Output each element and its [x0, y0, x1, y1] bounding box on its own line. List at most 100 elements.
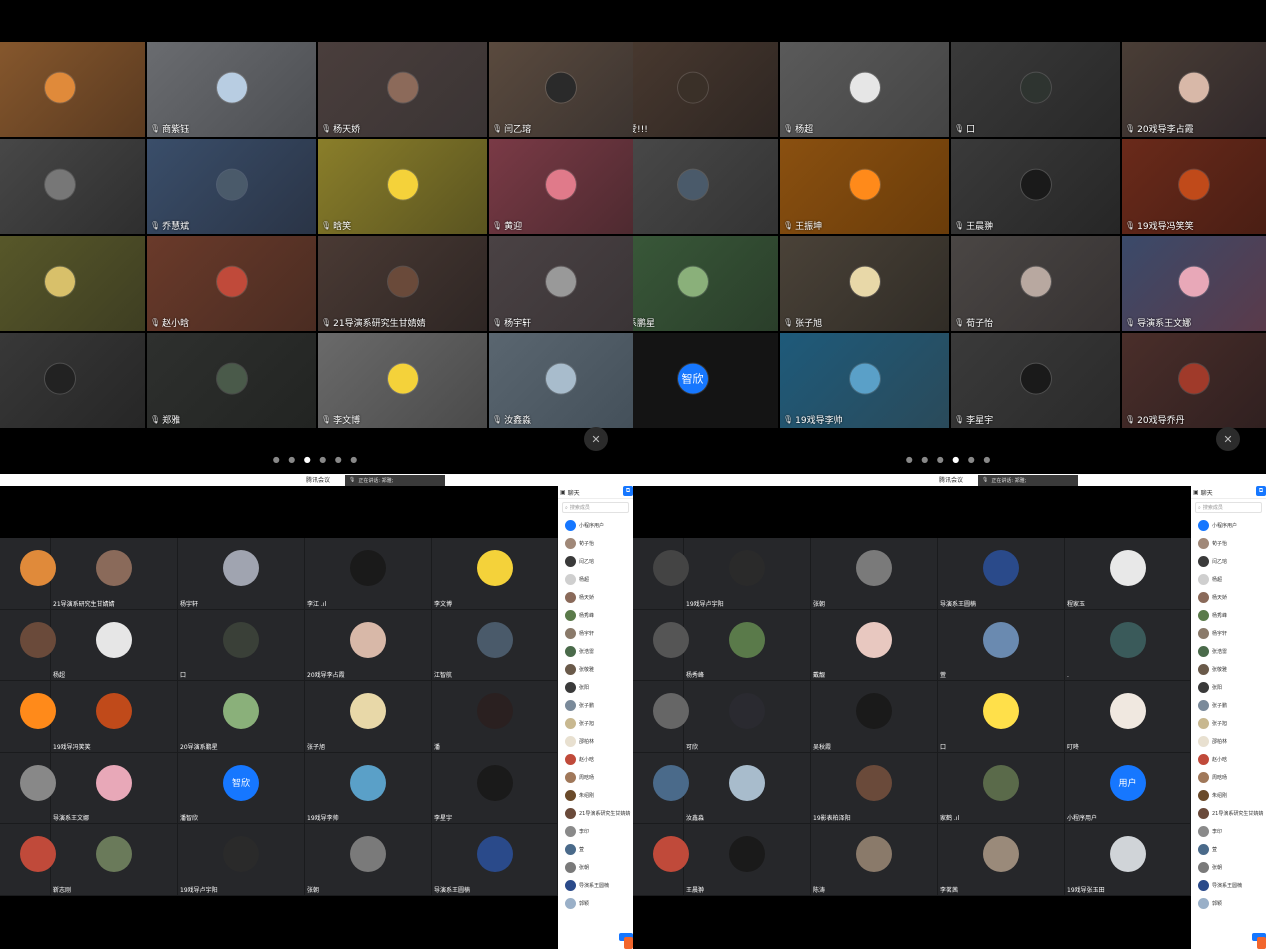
popout-icon[interactable]: ⧉ [1256, 486, 1266, 496]
participant-cell[interactable] [633, 538, 689, 610]
video-tile[interactable]: 🎙 李文博 [318, 333, 487, 428]
member-list-item[interactable]: 郭颖 [558, 894, 633, 912]
member-list-item[interactable]: 萱 [558, 840, 633, 858]
video-tile[interactable]: 🎙 20戏导李占霞 [1122, 42, 1266, 137]
member-list-item[interactable]: 21导演系研究生甘婧婧 [558, 804, 633, 822]
video-tile[interactable]: 🎙 晗笑 [318, 139, 487, 234]
participant-cell[interactable]: 杨秀峰 [684, 609, 811, 682]
member-list-item[interactable]: 张子旭 [1191, 714, 1266, 732]
participant-cell[interactable] [0, 681, 56, 753]
participant-cell[interactable]: 20导演系鹏星 [178, 681, 305, 753]
participant-cell[interactable]: 导演系王文娜 [51, 752, 178, 825]
video-tile[interactable]: 🎙 19戏导李帅 [780, 333, 949, 428]
video-tile[interactable]: 🎙 商紫钰 [147, 42, 316, 137]
member-list-item[interactable]: 杨超 [558, 570, 633, 588]
participant-cell[interactable] [633, 752, 689, 825]
member-list-item[interactable]: 朱绍刚 [1191, 786, 1266, 804]
member-list-item[interactable]: 杨超 [1191, 570, 1266, 588]
participant-cell[interactable]: 20戏导李占霞 [305, 609, 432, 682]
participant-cell[interactable]: 口 [938, 681, 1065, 753]
video-tile[interactable]: 智航 [633, 139, 778, 234]
member-list-item[interactable]: 张子鹏 [1191, 696, 1266, 714]
member-list-item[interactable]: 张朝 [1191, 858, 1266, 876]
participant-cell[interactable]: 导演系王圆楠 [432, 824, 558, 896]
participant-cell[interactable]: 吴秋霞 [811, 681, 938, 753]
member-list-item[interactable]: 张阳 [1191, 678, 1266, 696]
member-list-item[interactable]: 闫乙瑢 [1191, 552, 1266, 570]
member-list-item[interactable]: 杨宇轩 [558, 624, 633, 642]
participant-cell[interactable]: 陈涛 [811, 824, 938, 896]
participant-cell[interactable]: 叮咚 [1065, 681, 1191, 753]
member-list-item[interactable]: 张浩雷 [1191, 642, 1266, 660]
member-search-input[interactable]: ⌕ 搜索成员 [562, 502, 629, 513]
participant-cell[interactable] [633, 824, 689, 896]
member-list-item[interactable]: 周晗旸 [1191, 768, 1266, 786]
member-list-item[interactable]: 小程序用户 [1191, 516, 1266, 534]
video-tile[interactable]: 智欣智欣 [633, 333, 778, 428]
member-list-item[interactable]: 张子鹏 [558, 696, 633, 714]
member-list-item[interactable]: 萱 [1191, 840, 1266, 858]
mute-icon[interactable]: ✕ [1216, 427, 1240, 451]
participant-cell[interactable]: 汝鑫淼 [684, 752, 811, 825]
participant-cell[interactable]: 19戏导张玉田 [1065, 824, 1191, 896]
participant-cell[interactable]: 张朝 [305, 824, 432, 896]
participant-cell[interactable]: . [1065, 609, 1191, 682]
participant-cell[interactable]: 19戏导冯笑笑 [51, 681, 178, 753]
video-tile[interactable]: 旧 [0, 139, 145, 234]
page-indicator[interactable]: ● ● ● ● ● ● [633, 455, 1266, 464]
member-list-item[interactable]: 张朝 [558, 858, 633, 876]
video-tile[interactable]: 🎙 21导演系研究生甘婧婧 [318, 236, 487, 331]
popout-icon[interactable]: ⧉ [623, 486, 633, 496]
video-tile[interactable]: 🎙 19戏导冯笑笑 [1122, 139, 1266, 234]
participant-cell[interactable]: 可欣 [684, 681, 811, 753]
member-list-item[interactable]: 闫乙瑢 [558, 552, 633, 570]
participant-cell[interactable]: 张朝 [811, 538, 938, 610]
member-list-item[interactable]: 郭颖 [1191, 894, 1266, 912]
member-list-item[interactable]: 杨宇轩 [1191, 624, 1266, 642]
video-tile[interactable]: 🎙 荀子怡 [951, 236, 1120, 331]
participant-cell[interactable]: 李星宇 [432, 752, 558, 825]
member-list-item[interactable]: 杨天娇 [558, 588, 633, 606]
video-tile[interactable]: 🎙 杨天娇 [318, 42, 487, 137]
member-list-item[interactable]: 杨天娇 [1191, 588, 1266, 606]
participant-cell[interactable]: 戴靓 [811, 609, 938, 682]
member-list-item[interactable]: 荀子怡 [558, 534, 633, 552]
member-list-item[interactable]: 张阳 [558, 678, 633, 696]
page-indicator[interactable]: ● ● ● ● ● ● [0, 455, 633, 464]
participant-cell[interactable]: 潘 [432, 681, 558, 753]
participant-cell[interactable]: 江智航 [432, 609, 558, 682]
participant-cell[interactable]: 萱 [938, 609, 1065, 682]
participant-cell[interactable] [0, 824, 56, 896]
video-tile[interactable]: 🎙 王晨翀 [951, 139, 1120, 234]
video-tile[interactable]: 🎙 张子旭 [780, 236, 949, 331]
participant-cell[interactable] [0, 609, 56, 682]
participant-cell[interactable] [633, 609, 689, 682]
participant-cell[interactable]: 19戏导卢宇阳 [684, 538, 811, 610]
video-tile[interactable]: 导演系鹏星 [633, 236, 778, 331]
video-tile[interactable]: 很可爱!!! [633, 42, 778, 137]
video-tile[interactable]: 🎙 王振坤 [780, 139, 949, 234]
video-tile[interactable]: 🎙 李星宇 [951, 333, 1120, 428]
video-tile[interactable]: 🎙 20戏导乔丹 [1122, 333, 1266, 428]
member-list-item[interactable]: 李印 [1191, 822, 1266, 840]
video-tile[interactable]: 🎙 口 [951, 42, 1120, 137]
participant-cell[interactable] [0, 752, 56, 825]
member-list-item[interactable]: 赵小晗 [558, 750, 633, 768]
participant-cell[interactable]: 李文博 [432, 538, 558, 610]
member-list-item[interactable]: 导演系王圆楠 [1191, 876, 1266, 894]
video-tile[interactable]: 🎙 黄迎 [489, 139, 633, 234]
participant-cell[interactable]: 用户 小程序用户 [1065, 752, 1191, 825]
participant-cell[interactable]: 王晨翀 [684, 824, 811, 896]
video-tile[interactable]: 🎙 杨宇轩 [489, 236, 633, 331]
participant-cell[interactable]: 杨宇轩 [178, 538, 305, 610]
member-list-item[interactable]: 周晗旸 [558, 768, 633, 786]
member-list-item[interactable]: 赵小晗 [1191, 750, 1266, 768]
member-list-item[interactable]: 小程序用户 [558, 516, 633, 534]
member-list-item[interactable]: 21导演系研究生甘婧婧 [1191, 804, 1266, 822]
video-tile[interactable]: 🎙 导演系王文娜 [1122, 236, 1266, 331]
participant-cell[interactable]: 口 [178, 609, 305, 682]
member-search-input[interactable]: ⌕ 搜索成员 [1195, 502, 1262, 513]
video-tile[interactable]: 🎙 汝鑫淼 [489, 333, 633, 428]
member-list-item[interactable]: 导演系王圆楠 [558, 876, 633, 894]
video-tile[interactable]: 🎙 杨超 [780, 42, 949, 137]
